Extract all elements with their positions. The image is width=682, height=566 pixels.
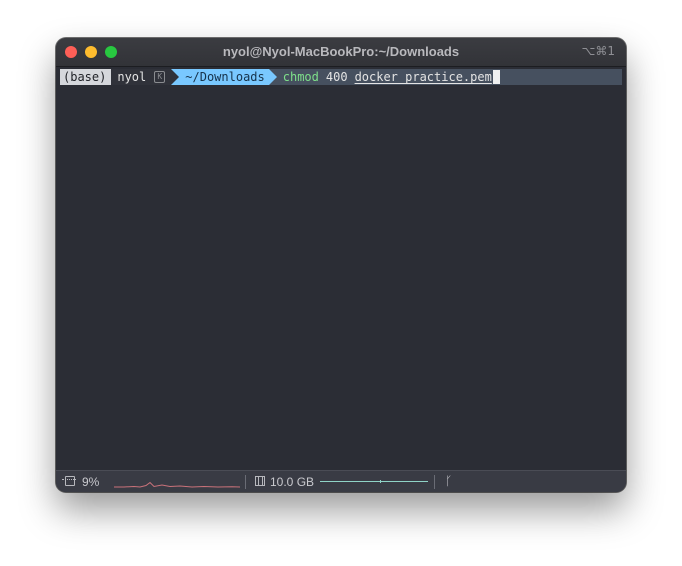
command-argument: 400 — [325, 70, 348, 84]
command-text: chmod — [282, 70, 319, 84]
command-file-argument: docker_practice.pem — [354, 70, 492, 84]
k-badge-icon: K — [154, 71, 166, 83]
tab-shortcut: ⌥⌘1 — [581, 44, 615, 58]
text-cursor — [492, 70, 500, 84]
status-divider — [434, 475, 435, 489]
memory-icon — [255, 476, 265, 486]
cpu-sparkline — [114, 481, 240, 488]
cpu-usage: 9% — [82, 475, 100, 489]
directory-segment: ~/Downloads — [179, 69, 269, 85]
conda-env-segment: (base) — [60, 69, 112, 85]
memory-graph-line — [320, 481, 428, 482]
title-bar[interactable]: nyol@Nyol-MacBookPro:~/Downloads ⌥⌘1 — [56, 38, 626, 67]
terminal-window: nyol@Nyol-MacBookPro:~/Downloads ⌥⌘1 (ba… — [56, 38, 626, 492]
memory-usage: 10.0 GB — [270, 475, 315, 489]
status-bar: 9% 10.0 GB ᚴ — [56, 470, 626, 492]
user-segment: nyol K — [111, 69, 172, 85]
git-branch-icon: ᚴ — [445, 474, 453, 488]
username: nyol — [117, 70, 147, 84]
segment-separator-icon — [268, 69, 277, 85]
cpu-icon — [62, 476, 76, 486]
status-divider — [245, 475, 246, 489]
terminal-area[interactable]: (base) nyol K ~/Downloads chmod 400 dock… — [56, 67, 626, 470]
memory-graph-tick — [380, 480, 381, 483]
segment-separator-icon — [171, 69, 180, 85]
window-title: nyol@Nyol-MacBookPro:~/Downloads — [222, 44, 460, 59]
prompt-line[interactable]: (base) nyol K ~/Downloads chmod 400 dock… — [60, 69, 622, 85]
